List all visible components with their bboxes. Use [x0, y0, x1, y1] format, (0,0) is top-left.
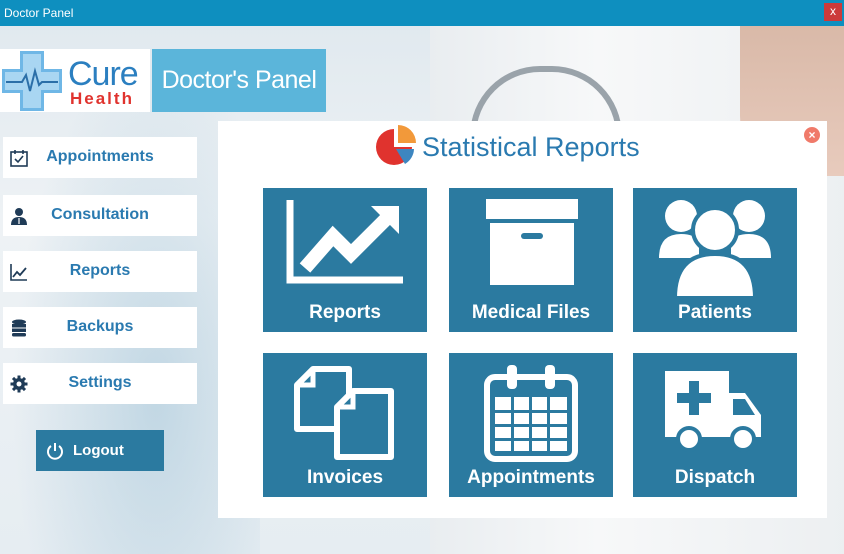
tile-label: Dispatch	[674, 467, 756, 488]
sidebar-item-reports[interactable]: Reports	[3, 251, 197, 292]
logout-label: Logout	[73, 442, 124, 459]
tile-label: Medical Files	[471, 302, 591, 323]
sidebar-item-appointments[interactable]: Appointments	[3, 137, 197, 178]
sidebar-item-label: Settings	[68, 374, 132, 391]
logo-word-health: Health	[70, 89, 134, 108]
invoices-tile[interactable]: Invoices	[263, 353, 427, 497]
dispatch-tile[interactable]: Dispatch	[633, 353, 797, 497]
tile-label: Invoices	[306, 467, 384, 488]
cure-health-logo: Cure Health	[0, 49, 150, 112]
patients-tile[interactable]: Patients	[633, 188, 797, 332]
sidebar-item-label: Appointments	[46, 148, 154, 165]
sidebar-item-label: Backups	[66, 318, 134, 335]
medical-files-tile[interactable]: Medical Files	[449, 188, 613, 332]
close-panel-button[interactable]: ×	[804, 127, 820, 143]
tile-label: Patients	[678, 302, 752, 323]
tile-label: Reports	[309, 302, 381, 323]
tile-label: Appointments	[467, 467, 595, 488]
panel-heading: Statistical Reports	[422, 132, 640, 162]
sidebar-item-settings[interactable]: Settings	[3, 363, 197, 404]
sidebar-item-consultation[interactable]: Consultation	[3, 195, 197, 236]
reports-tile[interactable]: Reports	[263, 188, 427, 332]
window-close-button[interactable]: x	[824, 3, 842, 21]
panel-title: Doctor's Panel	[152, 49, 326, 112]
appointments-tile[interactable]: Appointments	[449, 353, 613, 497]
sidebar-item-backups[interactable]: Backups	[3, 307, 197, 348]
medical-cross-logo-icon	[2, 51, 62, 111]
power-icon	[47, 443, 63, 460]
title-bar: Doctor Panel x	[0, 0, 844, 26]
window-title: Doctor Panel	[4, 6, 74, 20]
statistical-reports-panel: Statistical Reports × Reports Medical Fi…	[218, 121, 827, 518]
sidebar-item-label: Consultation	[51, 206, 149, 223]
logout-button[interactable]: Logout	[36, 430, 164, 471]
pie-chart-icon	[376, 125, 416, 165]
sidebar-item-label: Reports	[69, 262, 131, 279]
